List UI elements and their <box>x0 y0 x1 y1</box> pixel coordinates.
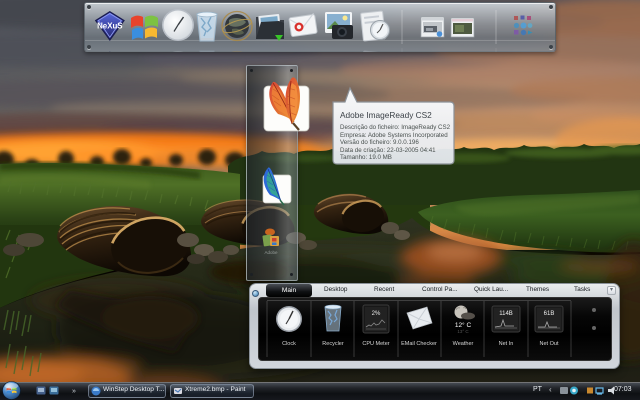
svg-text:114B: 114B <box>499 311 513 317</box>
svg-text:61B: 61B <box>544 311 555 317</box>
svg-text:»: » <box>72 388 76 395</box>
svg-text:Clock: Clock <box>282 341 296 347</box>
svg-text:Weather: Weather <box>453 341 474 347</box>
svg-text:CPU Meter: CPU Meter <box>362 341 389 347</box>
svg-text:Net In: Net In <box>499 341 514 347</box>
svg-text:Adobe: Adobe <box>264 250 278 255</box>
svg-text:NeXuS: NeXuS <box>97 21 122 30</box>
svg-text:Recycler: Recycler <box>322 341 344 347</box>
svg-text:Net Out: Net Out <box>540 341 559 347</box>
svg-text:13° C: 13° C <box>457 329 469 334</box>
svg-text:EMail Checker: EMail Checker <box>401 341 437 347</box>
svg-text:12° C: 12° C <box>455 321 472 329</box>
svg-text:2%: 2% <box>372 311 381 317</box>
